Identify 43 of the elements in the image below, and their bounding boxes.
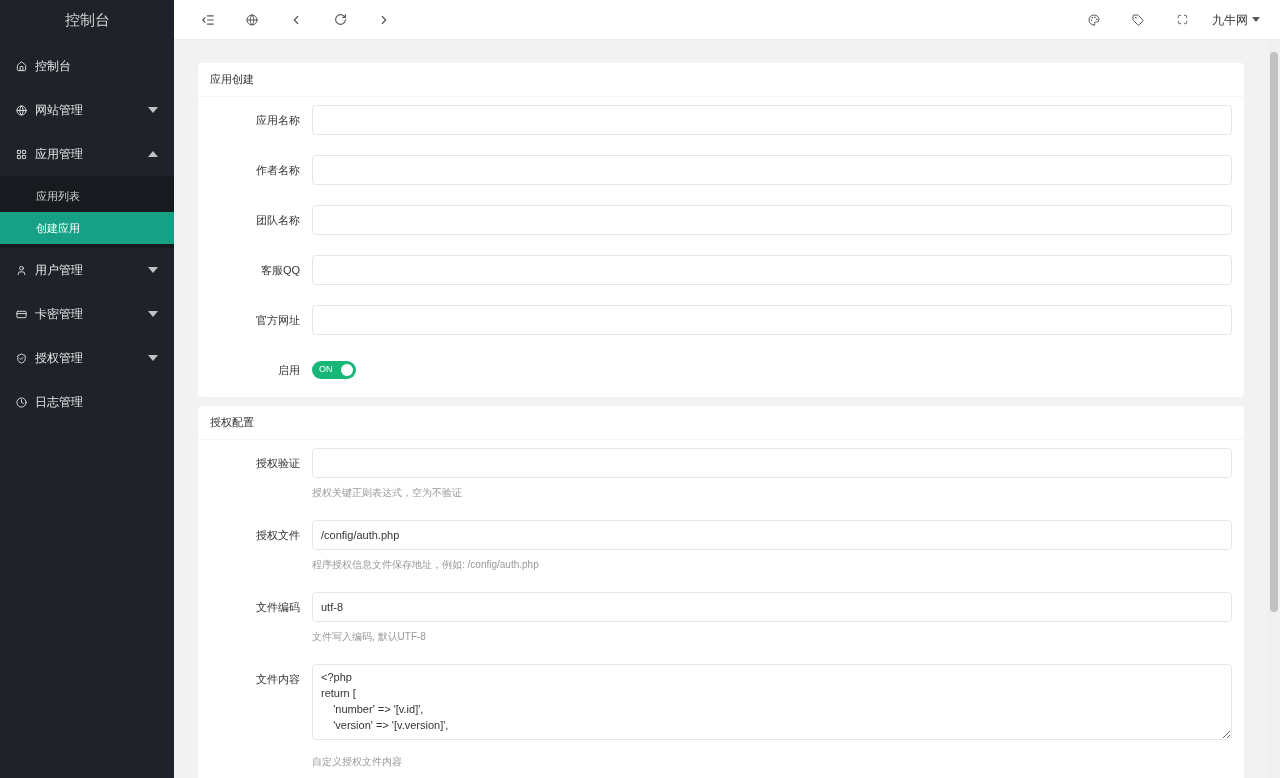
apps-icon bbox=[16, 148, 27, 160]
field-hint: 授权关键正则表达式，空为不验证 bbox=[312, 486, 463, 500]
field-label: 应用名称 bbox=[256, 112, 300, 128]
input-field[interactable] bbox=[312, 155, 1232, 185]
input-field[interactable]: /config/auth.php bbox=[312, 520, 1232, 550]
input-field[interactable] bbox=[312, 448, 1232, 478]
field-label: 文件内容 bbox=[256, 671, 300, 687]
menu-item[interactable]: 日志管理 bbox=[0, 380, 174, 424]
clock-icon bbox=[16, 396, 27, 408]
input-field[interactable]: utf-8 bbox=[312, 592, 1232, 622]
menu-item[interactable]: 授权管理 bbox=[0, 336, 174, 380]
field-label: 官方网址 bbox=[256, 312, 300, 328]
input-field[interactable] bbox=[312, 105, 1232, 135]
field-label: 文件编码 bbox=[256, 599, 300, 615]
submenu-item[interactable]: 应用列表 bbox=[0, 180, 174, 212]
card-title: 应用创建 bbox=[210, 72, 254, 88]
field-label: 启用 bbox=[278, 362, 300, 378]
menu-item[interactable]: 用户管理 bbox=[0, 248, 174, 292]
menu-item[interactable]: 卡密管理 bbox=[0, 292, 174, 336]
field-label: 作者名称 bbox=[256, 162, 300, 178]
field-label: 授权验证 bbox=[256, 455, 300, 471]
input-field[interactable] bbox=[312, 305, 1232, 335]
input-field[interactable] bbox=[312, 205, 1232, 235]
field-hint: 文件写入编码, 默认UTF-8 bbox=[312, 630, 427, 644]
menu-item[interactable]: 应用管理 bbox=[0, 132, 174, 176]
field-label: 授权文件 bbox=[256, 527, 300, 543]
user-menu[interactable]: 九牛网 bbox=[1204, 10, 1268, 29]
caret-icon bbox=[1252, 17, 1260, 22]
menu-item[interactable]: 控制台 bbox=[0, 44, 174, 88]
field-hint: 自定义授权文件内容 bbox=[312, 755, 403, 769]
sidebar-title: 控制台 bbox=[64, 9, 110, 30]
menu-item[interactable]: 网站管理 bbox=[0, 88, 174, 132]
input-field[interactable] bbox=[312, 255, 1232, 285]
field-label: 团队名称 bbox=[256, 212, 300, 228]
user-icon bbox=[16, 264, 27, 276]
shield-icon bbox=[16, 352, 27, 364]
field-hint: 程序授权信息文件保存地址，例如: /config/auth.php bbox=[312, 558, 540, 572]
card-icon bbox=[16, 308, 27, 320]
card-title: 授权配置 bbox=[210, 415, 254, 431]
home-icon bbox=[16, 60, 27, 72]
field-label: 客服QQ bbox=[260, 262, 300, 278]
globe-icon bbox=[16, 104, 27, 116]
text-area[interactable]: <?php return [ 'number' => '[v.id]', 'version' => '[v.version]', bbox=[312, 664, 1232, 740]
